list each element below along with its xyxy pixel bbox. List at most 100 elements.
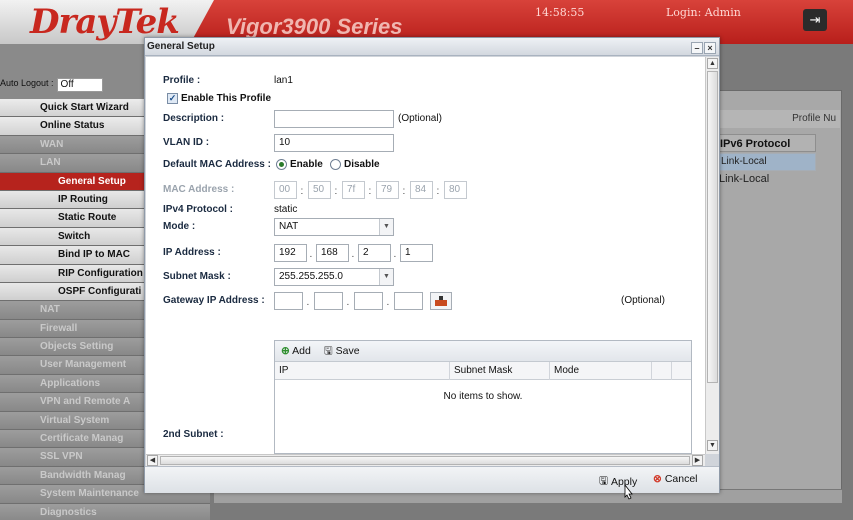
mac-address-label: MAC Address : (163, 184, 235, 195)
second-subnet-label: 2nd Subnet : (163, 429, 224, 440)
separator: . (386, 297, 390, 308)
grid-empty-message: No items to show. (443, 391, 523, 402)
gw-octet-input[interactable] (354, 292, 383, 310)
scroll-thumb[interactable] (707, 71, 718, 383)
mode-label: Mode : (163, 221, 196, 232)
column-ip[interactable]: IP (275, 362, 450, 380)
profile-value: lan1 (274, 75, 293, 86)
sidebar-item[interactable]: Diagnostics (0, 503, 210, 520)
vlan-id-input[interactable]: 10 (274, 134, 394, 152)
dialog-title: General Setup (147, 41, 215, 52)
checkmark-icon: ✓ (167, 93, 178, 104)
mac-octet-input[interactable]: 80 (444, 181, 467, 199)
grid-toolbar: ⊕ Add 🖫 Save (275, 341, 691, 362)
logout-icon[interactable]: ⇥ (803, 9, 827, 31)
profile-number-header[interactable]: Profile Nu (700, 110, 840, 128)
mac-octet-input[interactable]: 50 (308, 181, 331, 199)
gw-octet-input[interactable] (314, 292, 343, 310)
chevron-down-icon: ▼ (379, 219, 393, 235)
cancel-icon: ⊗ (653, 473, 662, 486)
ip-octet-input[interactable]: 168 (316, 244, 349, 262)
cancel-button[interactable]: ⊗ Cancel (653, 473, 698, 485)
subnet-mask-label: Subnet Mask : (163, 271, 231, 282)
gateway-ip-label: Gateway IP Address : (163, 295, 265, 306)
ip-octet-input[interactable]: 192 (274, 244, 307, 262)
dialog-body: Profile : lan1 ✓ Enable This Profile Desc… (146, 57, 705, 454)
save-icon: 🖫 (323, 345, 333, 357)
description-input[interactable] (274, 110, 394, 128)
default-mac-label: Default MAC Address : (163, 159, 271, 170)
mode-select[interactable]: NAT ▼ (274, 218, 394, 236)
scroll-up-icon[interactable]: ▲ (707, 58, 718, 69)
cancel-label: Cancel (664, 473, 698, 485)
add-label: Add (292, 345, 311, 357)
scroll-left-icon[interactable]: ◀ (147, 455, 158, 466)
mac-octet-input[interactable]: 7f (342, 181, 365, 199)
save-icon: 🖫 (599, 475, 608, 487)
table-row[interactable]: Link-Local (716, 171, 816, 188)
brand-logo: DrayTek (30, 2, 180, 42)
subnet-mask-select[interactable]: 255.255.255.0 ▼ (274, 268, 394, 286)
minimize-icon[interactable]: – (691, 42, 703, 54)
column-subnet-mask[interactable]: Subnet Mask (450, 362, 550, 380)
gw-octet-input[interactable] (394, 292, 423, 310)
hscroll-thumb[interactable] (160, 456, 690, 465)
vlan-id-label: VLAN ID : (163, 137, 210, 148)
default-mac-enable-radio[interactable]: Enable (276, 159, 323, 170)
dialog-hscrollbar[interactable]: ◀ ▶ (146, 454, 705, 466)
radio-unselected-icon (330, 159, 341, 170)
close-icon[interactable]: × (704, 42, 716, 54)
description-optional: (Optional) (398, 113, 442, 124)
separator: . (393, 249, 397, 260)
default-mac-disable-radio[interactable]: Disable (330, 159, 380, 170)
ipv4-protocol-value: static (274, 204, 298, 215)
mac-octet-input[interactable]: 79 (376, 181, 399, 199)
separator: . (346, 297, 350, 308)
add-button[interactable]: ⊕ Add (281, 345, 314, 357)
column-mode[interactable]: Mode (550, 362, 652, 380)
grid-header: IP Subnet Mask Mode (275, 362, 691, 380)
disable-label: Disable (344, 159, 380, 170)
enable-label: Enable (290, 159, 323, 170)
mode-value: NAT (279, 221, 299, 232)
separator: : (334, 186, 338, 197)
column-extra (652, 362, 672, 380)
scroll-down-icon[interactable]: ▼ (707, 440, 718, 451)
add-icon: ⊕ (281, 345, 290, 357)
chevron-down-icon: ▼ (379, 269, 393, 285)
separator: . (309, 249, 313, 260)
description-label: Description : (163, 113, 225, 124)
network-icon[interactable] (430, 292, 452, 310)
separator: . (306, 297, 310, 308)
general-setup-dialog: General Setup – × Profile : lan1 ✓ Enable … (144, 37, 720, 493)
separator: : (402, 186, 406, 197)
radio-selected-icon (276, 159, 287, 170)
enable-profile-label: Enable This Profile (181, 93, 272, 104)
ipv4-protocol-label: IPv4 Protocol : (163, 204, 234, 215)
mouse-cursor-icon (624, 484, 633, 500)
dialog-titlebar: General Setup – × (145, 38, 719, 56)
save-button[interactable]: 🖫 Save (324, 345, 360, 357)
ip-octet-input[interactable]: 1 (400, 244, 433, 262)
auto-logout-label: Auto Logout : (0, 78, 54, 88)
subnet-mask-value: 255.255.255.0 (279, 271, 343, 282)
separator: : (300, 186, 304, 197)
ip-address-label: IP Address : (163, 247, 221, 258)
separator: : (436, 186, 440, 197)
table-row[interactable]: Link-Local (716, 153, 816, 171)
separator: . (351, 249, 355, 260)
mac-octet-input[interactable]: 00 (274, 181, 297, 199)
second-subnet-grid: ⊕ Add 🖫 Save IP Subnet Mask Mode No item… (274, 340, 692, 454)
ip-octet-input[interactable]: 2 (358, 244, 391, 262)
login-status: Login: Admin (666, 6, 741, 19)
auto-logout-select[interactable]: Off (56, 78, 103, 92)
gateway-optional: (Optional) (621, 295, 665, 306)
save-label: Save (335, 345, 360, 357)
system-time: 14:58:55 (535, 6, 585, 19)
dialog-vscrollbar[interactable]: ▲ ▼ (705, 57, 719, 454)
ipv6-protocol-column[interactable]: IPv6 Protocol (716, 134, 816, 152)
mac-octet-input[interactable]: 84 (410, 181, 433, 199)
scroll-right-icon[interactable]: ▶ (692, 455, 703, 466)
enable-profile-checkbox[interactable]: ✓ Enable This Profile (167, 93, 271, 104)
gw-octet-input[interactable] (274, 292, 303, 310)
